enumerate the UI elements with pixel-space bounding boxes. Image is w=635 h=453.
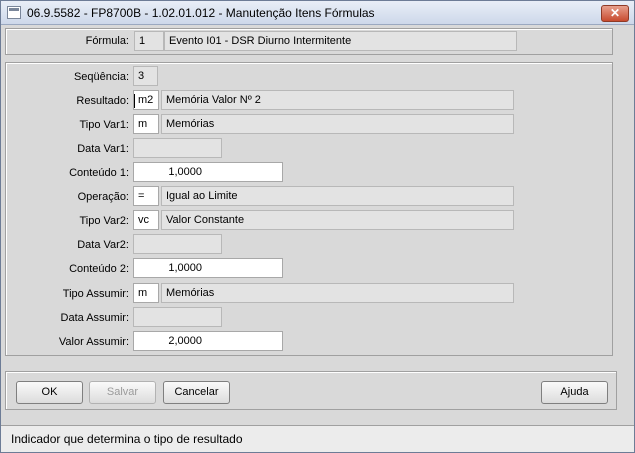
text-cursor (134, 94, 135, 108)
status-text: Indicador que determina o tipo de result… (11, 432, 243, 446)
operacao-description-field: Igual ao Limite (161, 186, 514, 206)
valorassumir-input[interactable]: 2,0000 (133, 331, 283, 351)
conteudo2-input[interactable]: 1,0000 (133, 258, 283, 278)
dataassumir-label: Data Assumir: (60, 312, 129, 324)
conteudo2-label: Conteúdo 2: (69, 263, 129, 275)
tipoassumir-description-field: Memórias (161, 283, 514, 303)
help-button[interactable]: Ajuda (541, 381, 608, 404)
resultado-code-input[interactable]: m2 (133, 90, 159, 110)
conteudo1-input[interactable]: 1,0000 (133, 162, 283, 182)
tipovar2-label: Tipo Var2: (79, 215, 129, 227)
save-button[interactable]: Salvar (89, 381, 156, 404)
sequencia-label: Seqüência: (73, 71, 129, 83)
operacao-code-input[interactable]: = (133, 186, 159, 206)
tipovar2-code-input[interactable]: vc (133, 210, 159, 230)
datavar1-label: Data Var1: (77, 143, 129, 155)
title-bar: 06.9.5582 - FP8700B - 1.02.01.012 - Manu… (1, 1, 634, 25)
window-app-icon (7, 6, 21, 19)
cancel-button[interactable]: Cancelar (163, 381, 230, 404)
sequencia-field: 3 (133, 66, 158, 86)
tipoassumir-label: Tipo Assumir: (62, 288, 129, 300)
formula-code-field: 1 (134, 31, 164, 51)
window-title: 06.9.5582 - FP8700B - 1.02.01.012 - Manu… (27, 6, 375, 20)
resultado-description-field: Memória Valor Nº 2 (161, 90, 514, 110)
status-bar: Indicador que determina o tipo de result… (1, 425, 634, 452)
conteudo1-label: Conteúdo 1: (69, 167, 129, 179)
resultado-label: Resultado: (76, 95, 129, 107)
tipovar1-label: Tipo Var1: (79, 119, 129, 131)
tipovar2-description-field: Valor Constante (161, 210, 514, 230)
dataassumir-field (133, 307, 222, 327)
valorassumir-label: Valor Assumir: (58, 336, 129, 348)
tipovar1-code-input[interactable]: m (133, 114, 159, 134)
datavar2-label: Data Var2: (77, 239, 129, 251)
close-button[interactable]: ✕ (601, 5, 629, 22)
dialog-window: 06.9.5582 - FP8700B - 1.02.01.012 - Manu… (0, 0, 635, 453)
ok-button[interactable]: OK (16, 381, 83, 404)
formula-description-field: Evento I01 - DSR Diurno Intermitente (164, 31, 517, 51)
formula-label: Fórmula: (85, 35, 129, 47)
tipoassumir-code-input[interactable]: m (133, 283, 159, 303)
datavar1-field (133, 138, 222, 158)
operacao-label: Operação: (77, 191, 129, 203)
datavar2-field (133, 234, 222, 254)
tipovar1-description-field: Memórias (161, 114, 514, 134)
